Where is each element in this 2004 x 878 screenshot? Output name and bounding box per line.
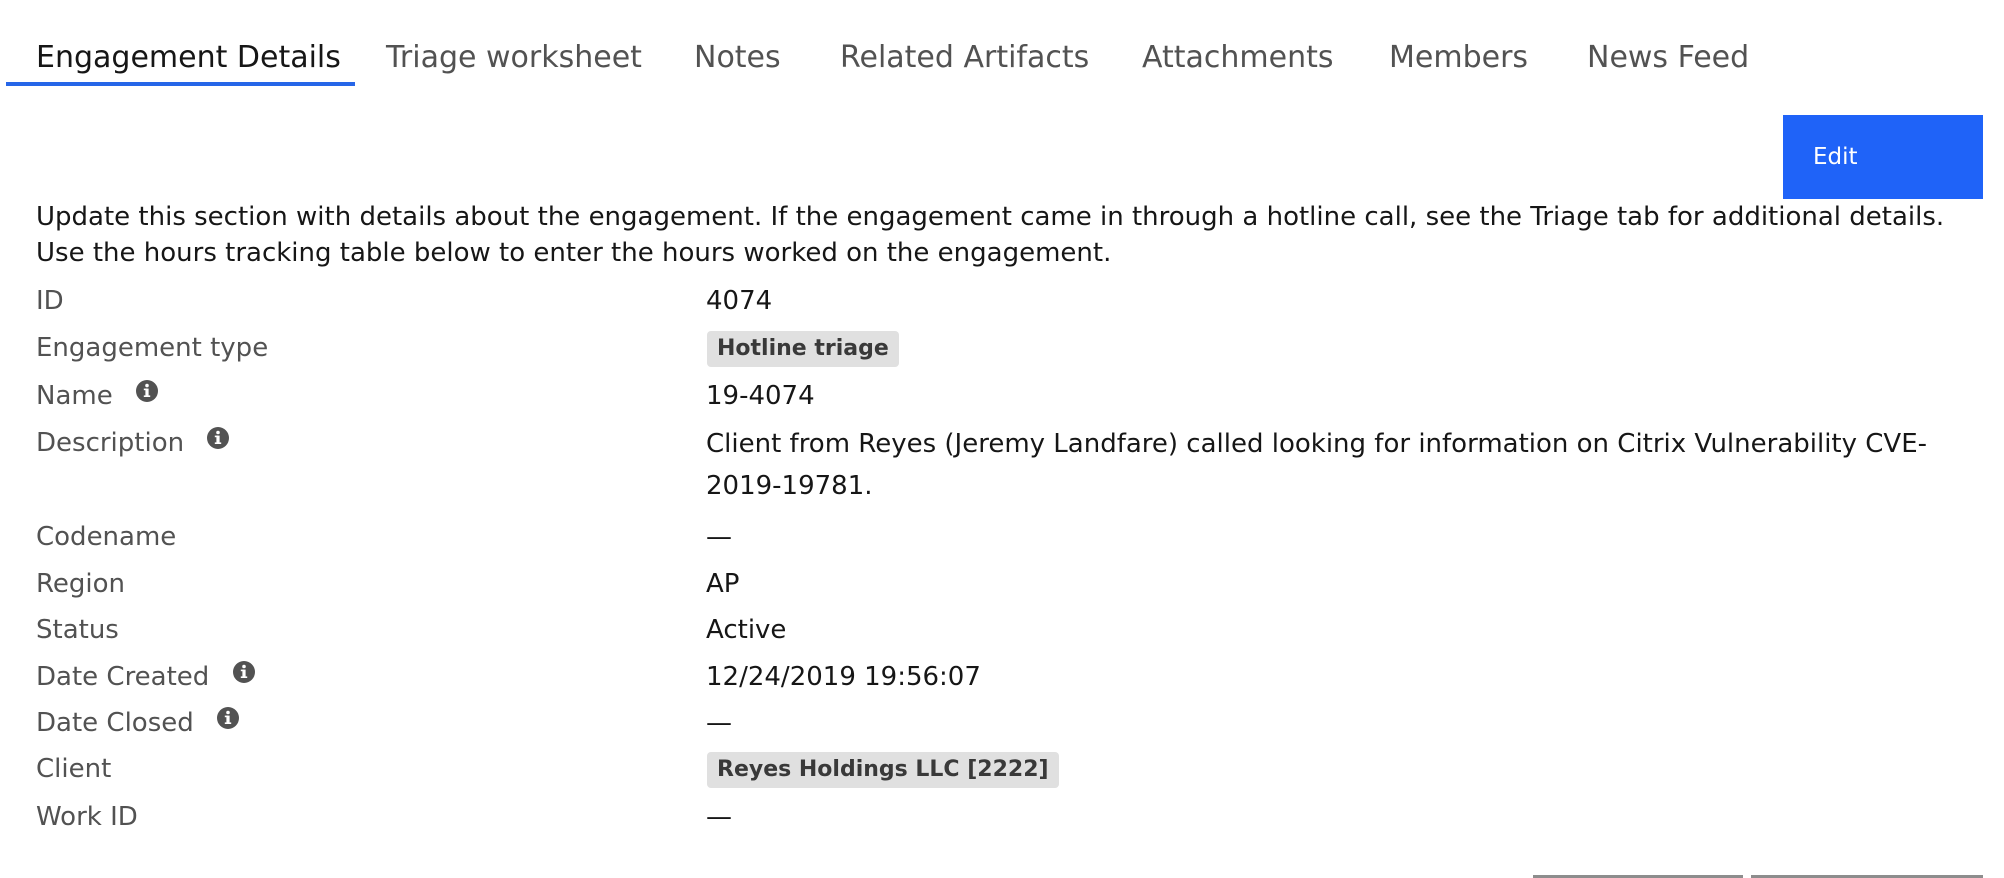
id-value: 4074 [706,286,773,316]
tab-attachments[interactable]: Attachments [1142,38,1334,78]
engagement-type-tag: Hotline triage [707,331,899,367]
date-created-label-row: Date Created [36,659,256,695]
status-value: Active [706,615,787,645]
date-created-label: Date Created [36,662,210,692]
date-closed-value: — [706,708,732,738]
description-label-row: Description [36,425,230,461]
codename-label: Codename [36,522,177,552]
name-label-row: Name [36,378,159,414]
tab-bar: Engagement Details Triage worksheet Note… [0,0,2004,86]
tab-related-artifacts[interactable]: Related Artifacts [840,38,1089,78]
client-tag[interactable]: Reyes Holdings LLC [2222] [707,752,1059,788]
codename-value: — [706,522,732,552]
id-label: ID [36,286,64,316]
name-value: 19-4074 [706,381,815,411]
info-icon[interactable] [135,377,159,413]
date-closed-label: Date Closed [36,708,194,738]
edit-button[interactable]: Edit [1783,115,1983,199]
description-value: Client from Reyes (Jeremy Landfare) call… [706,429,1928,501]
info-icon[interactable] [232,658,256,694]
region-value: AP [706,569,740,599]
name-label: Name [36,381,113,411]
description-label: Description [36,428,185,458]
engagement-type-label: Engagement type [36,333,269,363]
date-closed-label-row: Date Closed [36,705,240,741]
tab-engagement-details[interactable]: Engagement Details [36,38,341,78]
work-id-value: — [706,802,732,832]
section-description: Update this section with details about t… [36,202,1945,268]
info-icon[interactable] [216,704,240,740]
client-label: Client [36,754,112,784]
status-label: Status [36,615,119,645]
tab-triage-worksheet[interactable]: Triage worksheet [386,38,642,78]
info-icon[interactable] [206,424,230,460]
tab-notes[interactable]: Notes [694,38,781,78]
work-id-label: Work ID [36,802,138,832]
tab-news-feed[interactable]: News Feed [1587,38,1749,78]
tab-members[interactable]: Members [1389,38,1528,78]
region-label: Region [36,569,126,599]
active-tab-indicator [6,82,355,86]
date-created-value: 12/24/2019 19:56:07 [706,662,981,692]
